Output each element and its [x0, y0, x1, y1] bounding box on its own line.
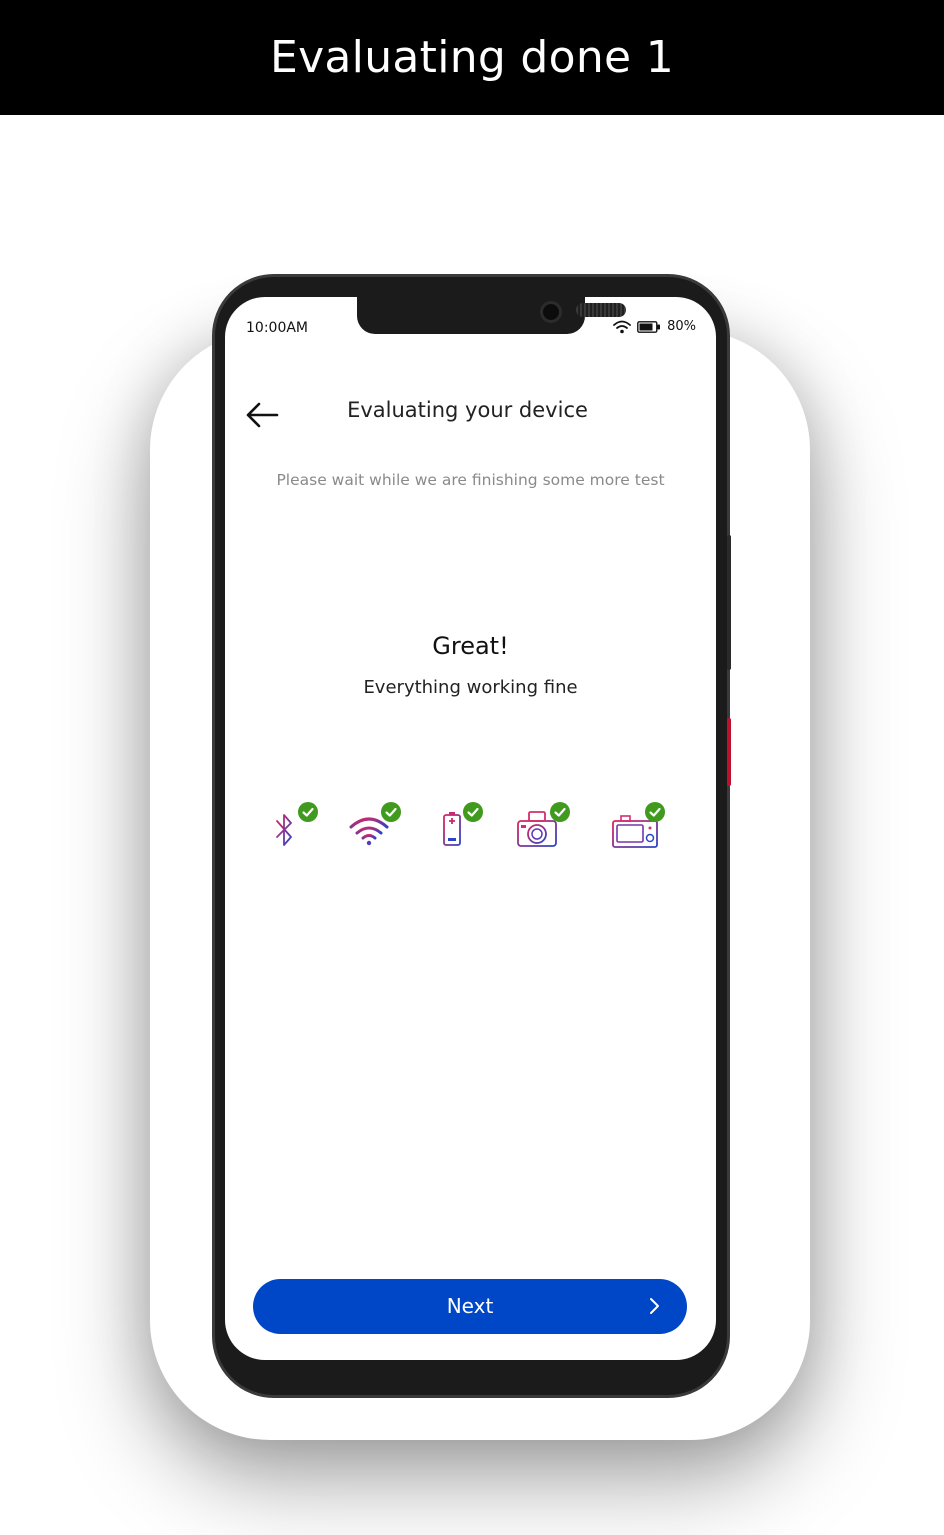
status-icons: 80%	[613, 319, 696, 334]
chevron-right-icon	[650, 1298, 659, 1314]
battery-percentage: 80%	[667, 319, 696, 334]
result-title: Great!	[432, 632, 509, 660]
status-time: 10:00AM	[246, 320, 309, 336]
checkmark-icon	[385, 807, 397, 817]
page-title: Evaluating your device	[347, 398, 588, 422]
earpiece-speaker	[576, 303, 626, 317]
check-badge	[645, 802, 665, 822]
front-camera	[540, 301, 562, 323]
wifi-status-icon	[613, 320, 631, 333]
check-item-bluetooth	[265, 802, 321, 853]
check-item-rear-camera	[611, 802, 667, 853]
notch	[357, 297, 626, 334]
check-badge	[381, 802, 401, 822]
check-badge	[550, 802, 570, 822]
subtitle-text: Please wait while we are finishing some …	[276, 471, 665, 489]
header-bar: Evaluating done 1	[0, 0, 944, 115]
phone-screen: 10:00AM 80% Evaluating your device Pleas…	[225, 297, 716, 1360]
check-item-wifi	[349, 802, 405, 853]
battery-status-icon	[637, 320, 661, 333]
checkmark-icon	[649, 807, 661, 817]
arrow-left-icon	[246, 402, 279, 428]
result-message: Everything working fine	[363, 677, 578, 698]
next-button-label: Next	[446, 1294, 494, 1318]
power-button	[727, 718, 731, 786]
checkmark-icon	[554, 807, 566, 817]
check-badge	[463, 802, 483, 822]
checkmark-icon	[302, 807, 314, 817]
volume-button	[727, 535, 731, 670]
check-item-battery	[437, 802, 493, 853]
next-button[interactable]: Next	[253, 1279, 687, 1334]
back-button[interactable]	[244, 400, 280, 430]
header-title: Evaluating done 1	[269, 32, 675, 83]
checkmark-icon	[467, 807, 479, 817]
check-badge	[298, 802, 318, 822]
check-item-camera	[515, 802, 571, 853]
